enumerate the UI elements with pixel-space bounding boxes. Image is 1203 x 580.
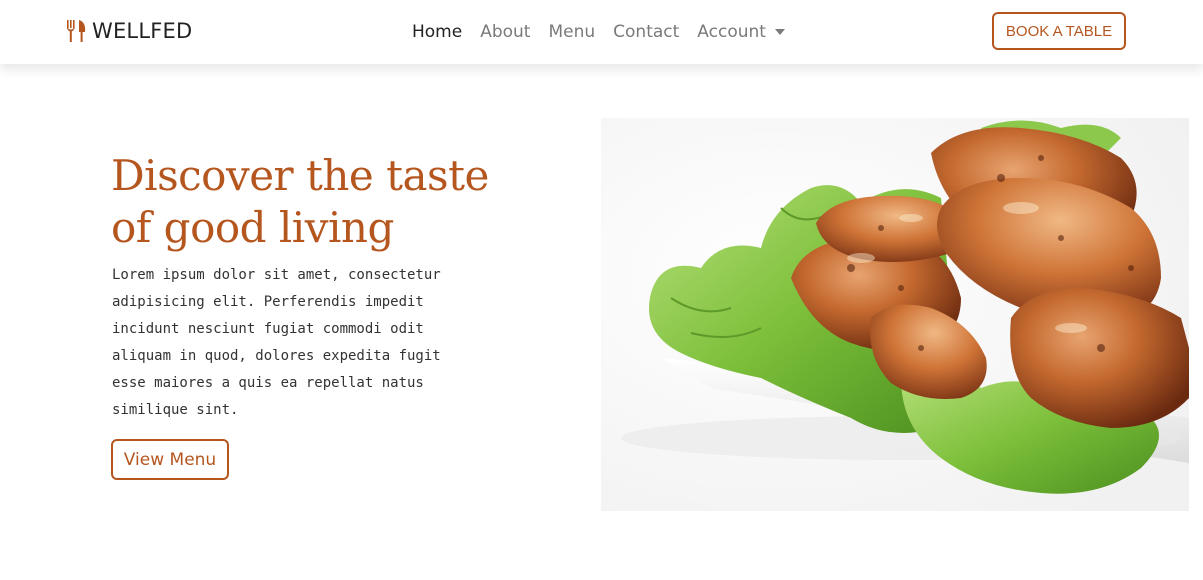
hero-description: Lorem ipsum dolor sit amet, consectetur … [112, 267, 441, 418]
brand-logo[interactable]: WELLFED [66, 18, 192, 44]
main-nav: Home About Menu Contact Account [412, 20, 803, 44]
nav-contact[interactable]: Contact [613, 22, 679, 42]
nav-about[interactable]: About [480, 22, 530, 42]
view-menu-button[interactable]: View Menu [111, 439, 229, 480]
book-table-button[interactable]: BOOK A TABLE [992, 12, 1126, 50]
brand-name: WELLFED [92, 19, 193, 43]
navbar: WELLFED Home About Menu Contact Account … [0, 0, 1203, 64]
nav-account-dropdown[interactable]: Account [697, 22, 785, 42]
grilled-chicken-illustration [601, 118, 1189, 511]
nav-menu[interactable]: Menu [548, 22, 595, 42]
hero-food-image [601, 118, 1189, 511]
fork-knife-icon [67, 20, 86, 42]
nav-account-label: Account [697, 22, 766, 42]
hero-title: Discover the taste of good living [111, 151, 489, 252]
caret-down-icon [774, 29, 785, 35]
nav-home[interactable]: Home [412, 22, 462, 42]
